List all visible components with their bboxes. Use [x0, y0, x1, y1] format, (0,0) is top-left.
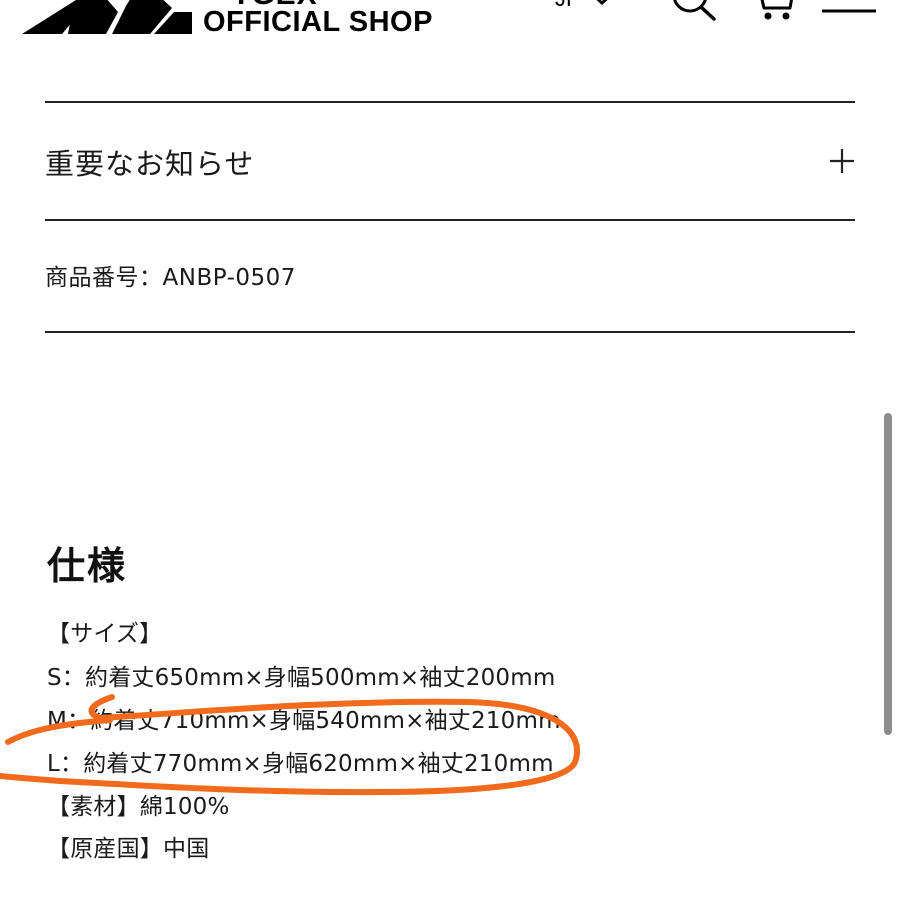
divider [45, 331, 855, 333]
product-page: TGEX OFFICIAL SHOP JP 重要なお知らせ [0, 0, 900, 900]
scrollbar[interactable] [884, 413, 892, 735]
search-icon[interactable] [668, 0, 718, 23]
notice-accordion[interactable]: 重要なお知らせ [45, 103, 855, 220]
material-line: 【素材】綿100% [47, 794, 230, 820]
size-row-l: L：約着丈770mm×身幅620mm×袖丈210mm [47, 751, 554, 777]
logo-icon[interactable] [22, 0, 192, 34]
plus-icon[interactable] [829, 148, 855, 174]
spec-heading: 仕様 [47, 544, 128, 588]
product-number: 商品番号：ANBP-0507 [45, 265, 296, 291]
origin-line: 【原産国】中国 [47, 836, 210, 862]
size-row-m: M：約着丈710mm×身幅540mm×袖丈210mm [47, 708, 561, 734]
notice-title: 重要なお知らせ [45, 147, 255, 181]
size-row-s: S：約着丈650mm×身幅500mm×袖丈200mm [47, 665, 556, 691]
size-header: 【サイズ】 [47, 621, 163, 647]
menu-icon[interactable] [820, 0, 878, 18]
site-header: TGEX OFFICIAL SHOP JP [0, 0, 900, 60]
divider [45, 219, 855, 221]
brand-text: OFFICIAL SHOP [203, 6, 433, 38]
cart-icon[interactable] [748, 0, 798, 23]
chevron-down-icon [596, 0, 608, 6]
language-selector[interactable]: JP [555, 0, 615, 12]
language-label: JP [555, 0, 581, 12]
